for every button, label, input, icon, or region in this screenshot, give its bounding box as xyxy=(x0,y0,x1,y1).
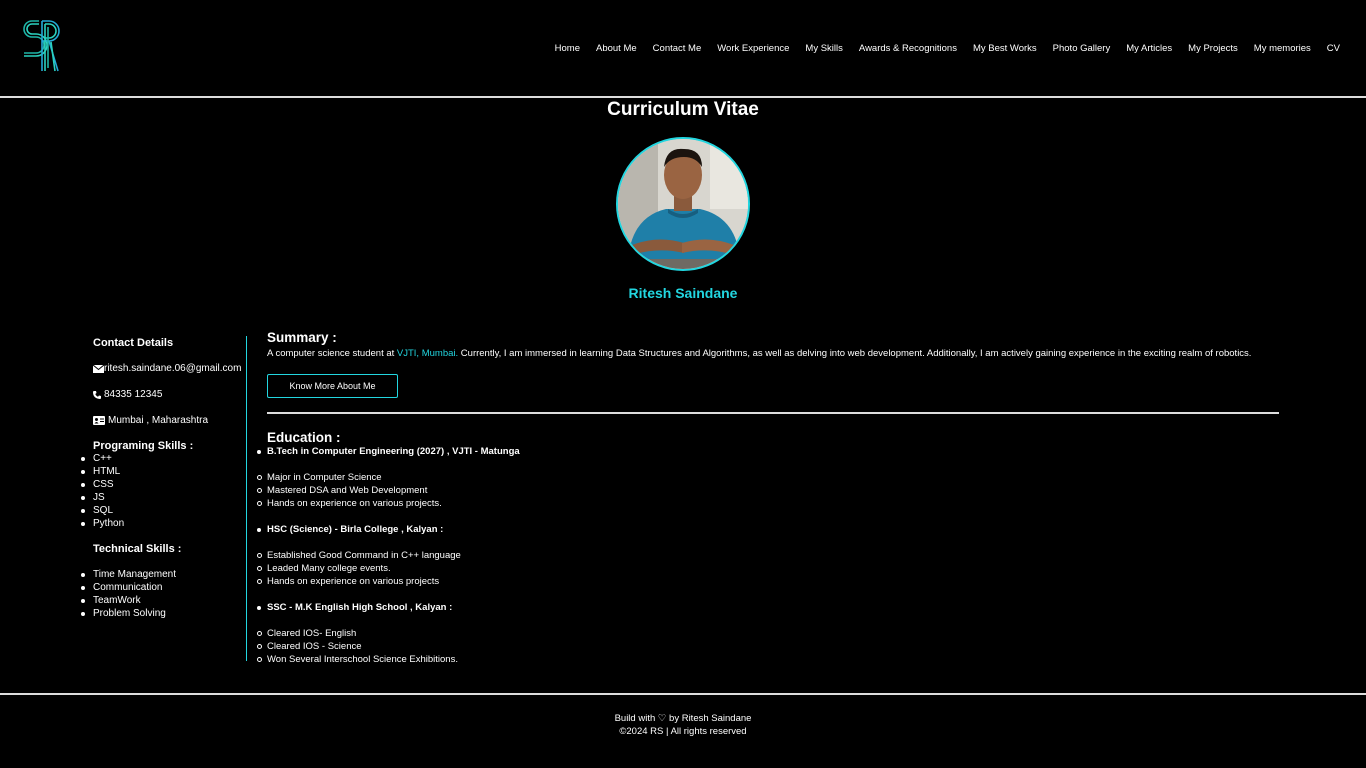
footer-divider xyxy=(0,693,1366,695)
education-entry-title: B.Tech in Computer Engineering (2027) , … xyxy=(257,445,1279,458)
nav-about-me[interactable]: About Me xyxy=(596,43,637,54)
email-row[interactable]: ritesh.saindane.06@gmail.com xyxy=(93,362,245,375)
education-entry-points: Major in Computer Science Mastered DSA a… xyxy=(257,471,1279,510)
list-item: Cleared IOS - Science xyxy=(257,640,1279,653)
nav-articles[interactable]: My Articles xyxy=(1126,43,1172,54)
address-card-icon xyxy=(93,416,105,425)
list-item: Cleared IOS- English xyxy=(257,627,1279,640)
list-item: JS xyxy=(81,491,245,504)
main-content: Summary : A computer science student at … xyxy=(257,330,1279,665)
main-nav: Home About Me Contact Me Work Experience… xyxy=(555,43,1340,54)
list-item: Time Management xyxy=(81,568,245,581)
list-item: SQL xyxy=(81,504,245,517)
education-entry-title: SSC - M.K English High School , Kalyan : xyxy=(257,601,1279,614)
summary-text-start: A computer science student at xyxy=(267,348,397,359)
header-divider xyxy=(0,96,1366,98)
profile-name: Ritesh Saindane xyxy=(628,285,738,301)
programming-skills-heading: Programing Skills : xyxy=(93,440,194,452)
nav-work-experience[interactable]: Work Experience xyxy=(717,43,789,54)
list-item: HTML xyxy=(81,465,245,478)
summary-text-end: Currently, I am immersed in learning Dat… xyxy=(458,348,1252,359)
college-highlight: VJTI, Mumbai. xyxy=(396,348,459,359)
location-row: Mumbai , Maharashtra xyxy=(93,414,245,427)
list-item: Communication xyxy=(81,581,245,594)
know-more-button[interactable]: Know More About Me xyxy=(267,374,398,398)
section-divider xyxy=(267,412,1279,414)
sidebar-divider xyxy=(246,336,247,661)
phone-icon xyxy=(93,390,101,399)
site-logo[interactable] xyxy=(22,18,60,74)
list-item: Hands on experience on various projects xyxy=(257,575,1279,588)
rs-logo-icon xyxy=(23,20,60,72)
nav-awards[interactable]: Awards & Recognitions xyxy=(859,43,957,54)
list-item: CSS xyxy=(81,478,245,491)
list-item: Won Several Interschool Science Exhibiti… xyxy=(257,653,1279,666)
email-text: ritesh.saindane.06@gmail.com xyxy=(104,363,242,374)
list-item: Leaded Many college events. xyxy=(257,562,1279,575)
list-item: C++ xyxy=(81,452,245,465)
education-entry-title: HSC (Science) - Birla College , Kalyan : xyxy=(257,523,1279,536)
footer-credit: Build with ♡ by Ritesh Saindane xyxy=(614,713,752,724)
list-item: Established Good Command in C++ language xyxy=(257,549,1279,562)
nav-best-works[interactable]: My Best Works xyxy=(973,43,1037,54)
envelope-icon xyxy=(93,364,104,373)
education-entry-points: Established Good Command in C++ language… xyxy=(257,549,1279,588)
nav-contact-me[interactable]: Contact Me xyxy=(653,43,702,54)
summary-text: A computer science student at VJTI, Mumb… xyxy=(267,347,1279,360)
technical-skills-heading: Technical Skills : xyxy=(93,543,182,555)
contact-heading: Contact Details xyxy=(93,337,174,349)
nav-my-skills[interactable]: My Skills xyxy=(805,43,842,54)
list-item: Major in Computer Science xyxy=(257,471,1279,484)
list-item: TeamWork xyxy=(81,594,245,607)
sidebar: Contact Details ritesh.saindane.06@gmail… xyxy=(81,337,245,620)
list-item: Mastered DSA and Web Development xyxy=(257,484,1279,497)
education-heading: Education : xyxy=(267,430,341,445)
education-section: Education : B.Tech in Computer Engineeri… xyxy=(257,430,1279,666)
nav-cv[interactable]: CV xyxy=(1327,43,1340,54)
location-text: Mumbai , Maharashtra xyxy=(108,415,209,426)
list-item: Hands on experience on various projects. xyxy=(257,497,1279,510)
phone-text: 84335 12345 xyxy=(104,389,163,400)
profile-portrait-image xyxy=(618,139,748,269)
footer: Build with ♡ by Ritesh Saindane ©2024 RS… xyxy=(0,712,1366,738)
education-entry-points: Cleared IOS- English Cleared IOS - Scien… xyxy=(257,627,1279,666)
nav-home[interactable]: Home xyxy=(555,43,580,54)
nav-memories[interactable]: My memories xyxy=(1254,43,1311,54)
profile-photo xyxy=(616,137,750,271)
list-item: Python xyxy=(81,517,245,530)
technical-skills-list: Time Management Communication TeamWork P… xyxy=(81,568,245,620)
page-title: Curriculum Vitae xyxy=(607,99,759,120)
nav-photo-gallery[interactable]: Photo Gallery xyxy=(1053,43,1111,54)
footer-copyright: ©2024 RS | All rights reserved xyxy=(619,726,747,737)
nav-projects[interactable]: My Projects xyxy=(1188,43,1238,54)
list-item: Problem Solving xyxy=(81,607,245,620)
programming-skills-list: C++ HTML CSS JS SQL Python xyxy=(81,452,245,530)
summary-heading: Summary : xyxy=(267,330,337,345)
phone-row[interactable]: 84335 12345 xyxy=(93,388,245,401)
